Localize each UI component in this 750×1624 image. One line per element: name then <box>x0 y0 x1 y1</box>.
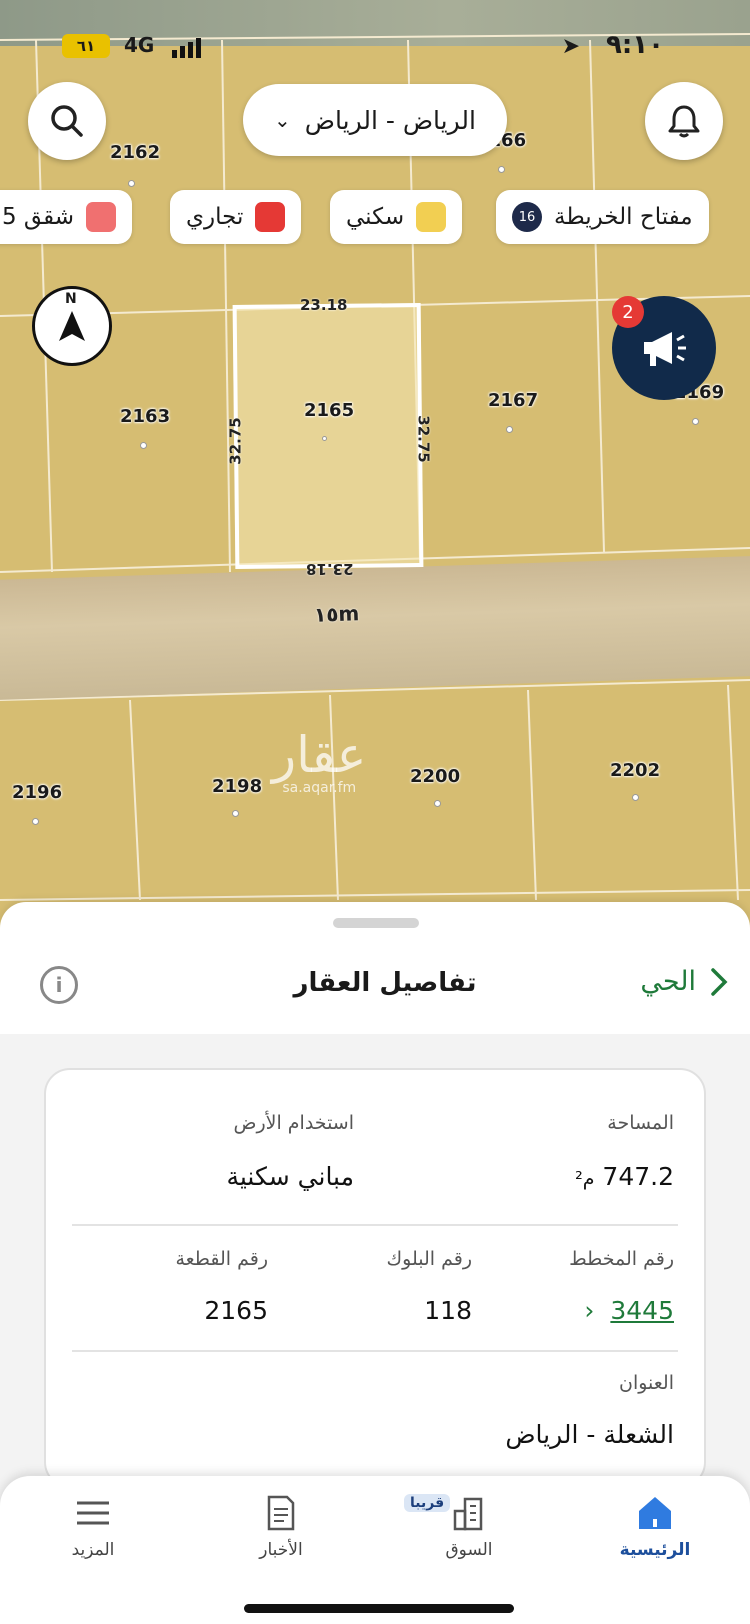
parcel-dot <box>506 426 513 433</box>
parcel-dot <box>434 800 441 807</box>
sheet-drag-handle[interactable] <box>333 918 419 928</box>
nav-market-label: السوق <box>445 1540 493 1560</box>
block-number-label: رقم البلوك <box>386 1248 472 1270</box>
menu-icon <box>77 1501 109 1525</box>
parcel-dot <box>322 436 327 441</box>
parcel-dim-left: 32.75 <box>226 417 245 465</box>
map-key-label: مفتاح الخريطة <box>554 204 693 230</box>
notifications-button[interactable] <box>645 82 723 160</box>
legend-label: شقق 3.5 <box>0 204 74 230</box>
city-selector[interactable]: ⌄ الرياض - الرياض <box>243 84 507 156</box>
legend-swatch <box>255 202 286 232</box>
chevron-left-icon: ‹ <box>584 1296 595 1325</box>
city-selector-label: الرياض - الرياض <box>304 105 476 135</box>
address-label: العنوان <box>618 1372 674 1394</box>
parcel-label: 2200 <box>410 766 461 787</box>
selected-parcel[interactable] <box>232 303 424 569</box>
area-number: 747.2 <box>602 1162 674 1191</box>
compass-north-label: N <box>65 291 77 307</box>
neighborhood-link[interactable]: الحي <box>640 966 728 997</box>
parcel-label: 2196 <box>12 782 63 803</box>
parcel-label: 2165 <box>304 400 355 421</box>
announcements-button[interactable]: 2 <box>612 296 716 400</box>
bell-icon <box>668 105 700 138</box>
megaphone-icon <box>644 332 686 366</box>
address-value: الشعلة - الرياض <box>505 1420 674 1449</box>
signal-icon <box>172 38 204 58</box>
nav-news[interactable]: الأخبار <box>206 1486 356 1560</box>
watermark: عقار sa.aqar.fm <box>272 726 367 796</box>
parcel-dot <box>32 818 39 825</box>
network-type: 4G <box>124 33 155 57</box>
watermark-url: sa.aqar.fm <box>282 780 357 796</box>
clock: ٩:١٠ <box>605 30 664 60</box>
status-bar: ٦١ 4G ➤ ٩:١٠ <box>0 28 750 64</box>
street-road <box>0 554 750 702</box>
legend-swatch <box>85 202 116 232</box>
watermark-text: عقار <box>272 726 367 784</box>
parcel-dot <box>140 442 147 449</box>
area-unit: م² <box>575 1168 595 1190</box>
plot-number-label: رقم القطعة <box>175 1248 268 1270</box>
nav-home-label: الرئيسية <box>619 1540 691 1560</box>
block-number-value: 118 <box>424 1296 472 1325</box>
battery-indicator: ٦١ <box>62 34 110 58</box>
parcel-label: 2162 <box>110 142 161 163</box>
chevron-right-icon <box>711 967 728 996</box>
legend-swatch <box>416 202 447 232</box>
parcel-dot <box>498 166 505 173</box>
plot-number-value: 2165 <box>204 1296 268 1325</box>
parcel-label: 2198 <box>212 776 263 797</box>
parcel-dot <box>632 794 639 801</box>
parcel-dot <box>232 810 239 817</box>
soon-badge: قريبا <box>404 1494 451 1512</box>
search-icon <box>51 105 83 137</box>
legend-chip-commercial[interactable]: تجاري <box>170 190 302 244</box>
location-arrow-icon: ➤ <box>561 34 580 59</box>
building-icon <box>453 1497 483 1531</box>
plan-number-link[interactable]: 3445 ‹ <box>584 1296 674 1325</box>
announcements-badge: 2 <box>612 296 644 328</box>
neighborhood-label: الحي <box>640 966 696 997</box>
parcel-dot <box>128 180 135 187</box>
nav-news-label: الأخبار <box>259 1540 303 1560</box>
legend-label: تجاري <box>186 204 244 230</box>
home-icon <box>639 1497 671 1529</box>
parcel-label: 2163 <box>120 406 171 427</box>
sheet-title: تفاصيل العقار <box>293 968 477 998</box>
search-button[interactable] <box>28 82 106 160</box>
area-label: المساحة <box>607 1112 674 1134</box>
divider <box>72 1224 678 1226</box>
street-width-label: ١٥m <box>313 601 360 627</box>
area-value: 747.2 م² <box>575 1162 674 1191</box>
bottom-navigation: الرئيسية قريبا السوق الأخبار المزيد <box>0 1476 750 1624</box>
legend-chip-residential[interactable]: سكني <box>330 190 463 244</box>
sheet-header: i تفاصيل العقار الحي <box>0 948 750 1034</box>
parcel-dim-bottom: 23.18 <box>306 560 354 578</box>
parcel-label: 2202 <box>610 760 661 781</box>
home-indicator <box>244 1604 514 1613</box>
map-key-count: 16 <box>512 202 542 232</box>
nav-market[interactable]: قريبا السوق <box>394 1486 544 1560</box>
nav-more-label: المزيد <box>71 1540 115 1560</box>
land-use-value: مباني سكنية <box>226 1162 354 1191</box>
property-info-card: المساحة 747.2 م² استخدام الأرض مباني سكن… <box>44 1068 706 1488</box>
divider <box>72 1350 678 1352</box>
legend-label: سكني <box>346 204 405 230</box>
news-icon <box>267 1495 295 1531</box>
nav-home[interactable]: الرئيسية <box>580 1486 730 1560</box>
plan-number-label: رقم المخطط <box>569 1248 674 1270</box>
compass-button[interactable]: N <box>32 286 112 366</box>
parcel-dim-top: 23.18 <box>300 296 348 314</box>
parcel-label: 2167 <box>488 390 539 411</box>
parcel-dim-right: 32.75 <box>414 415 433 463</box>
legend-chip-apartments[interactable]: شقق 3.5 <box>0 190 132 244</box>
land-use-label: استخدام الأرض <box>233 1112 354 1134</box>
map-key-chip[interactable]: مفتاح الخريطة 16 <box>496 190 709 244</box>
plan-number-value: 3445 <box>610 1296 674 1325</box>
chevron-down-icon: ⌄ <box>274 108 291 132</box>
nav-more[interactable]: المزيد <box>18 1486 168 1560</box>
parcel-dot <box>692 418 699 425</box>
